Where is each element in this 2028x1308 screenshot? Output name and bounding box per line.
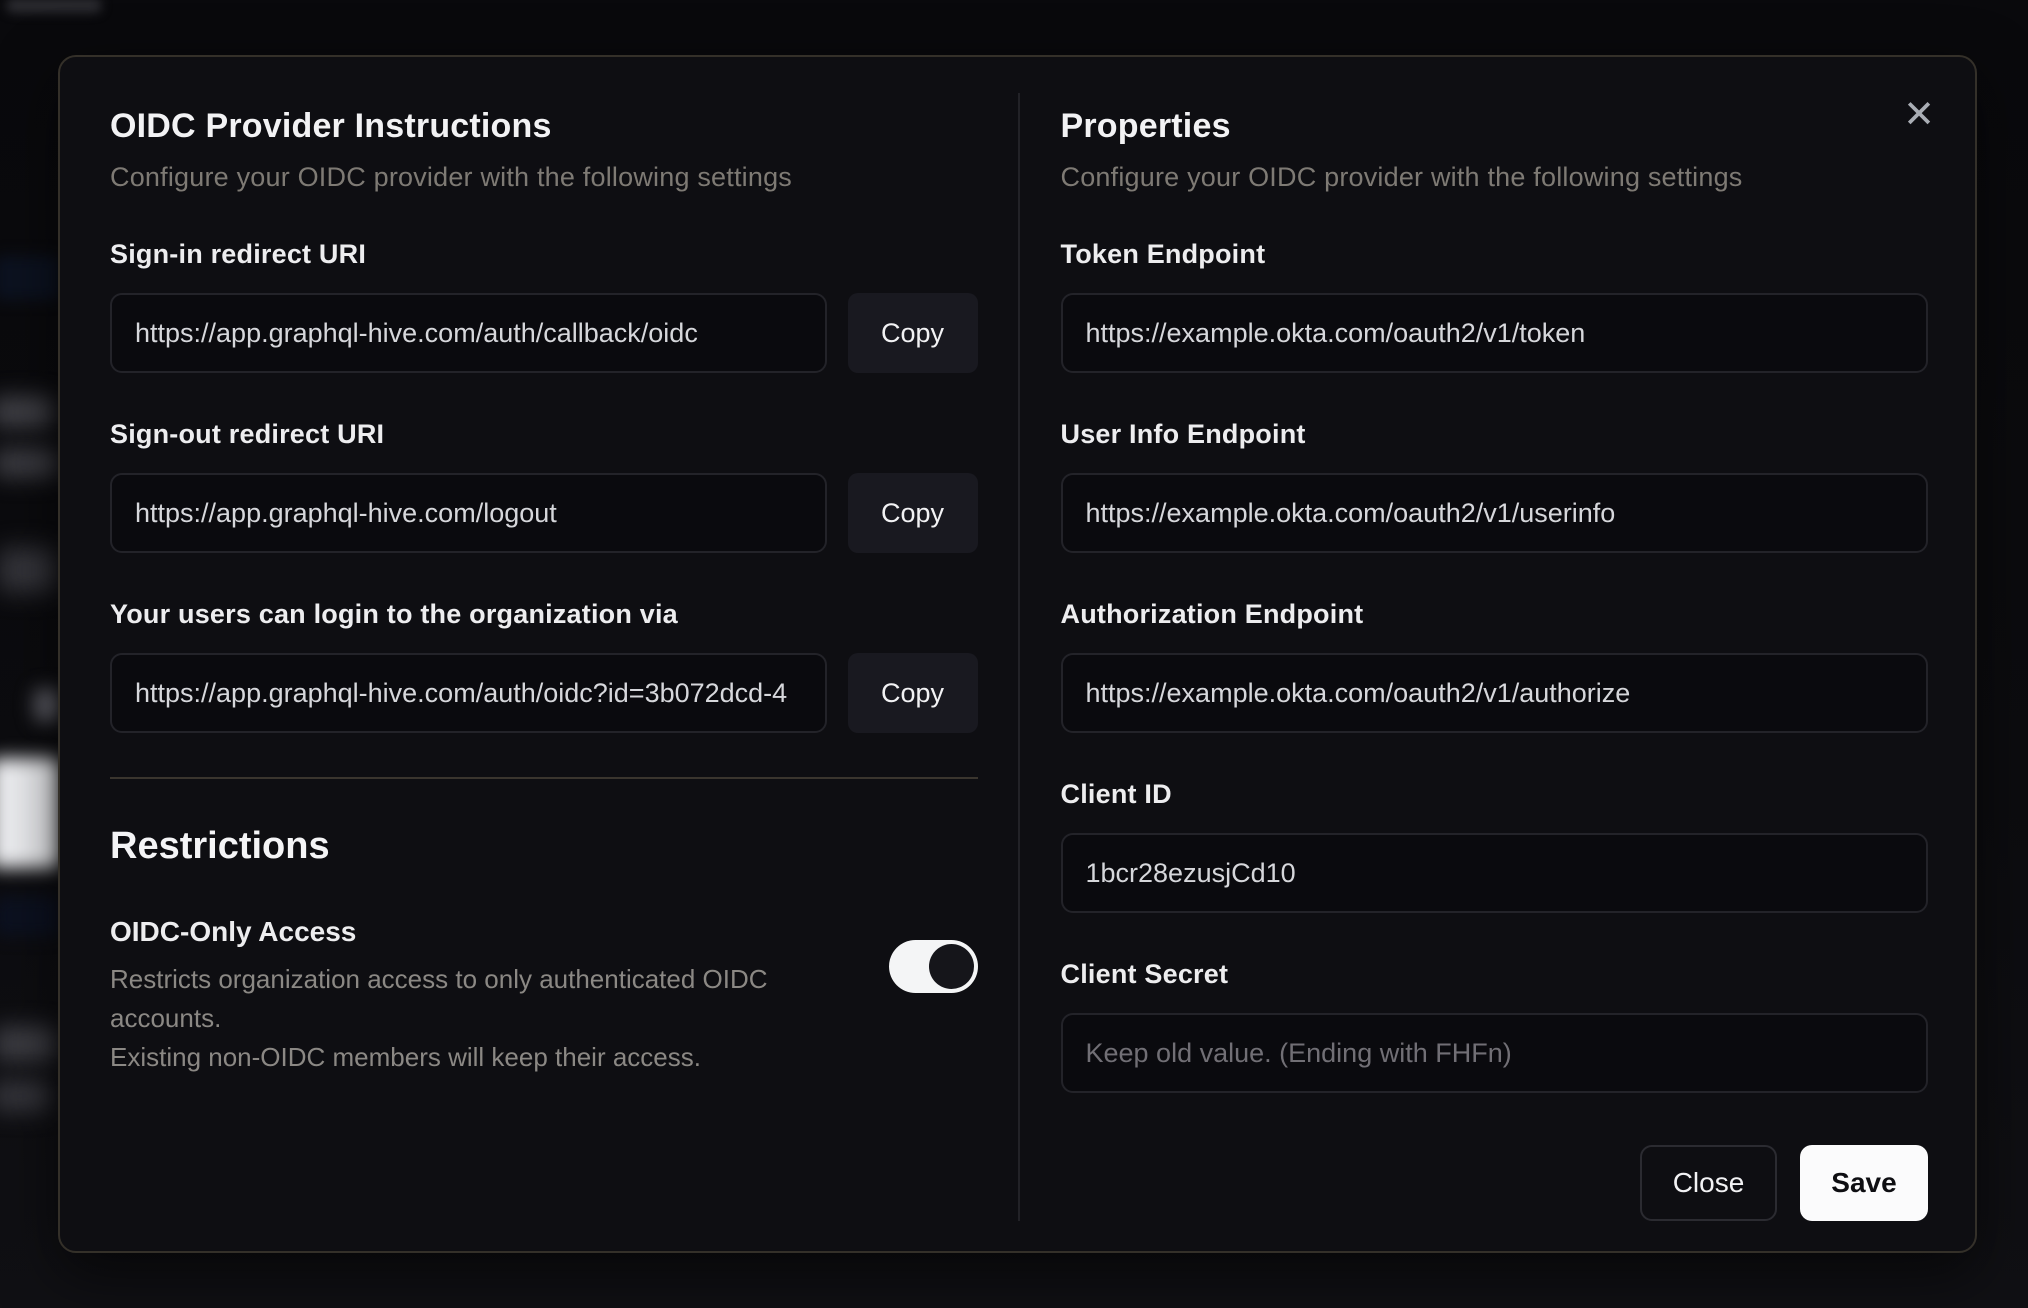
- oidc-settings-modal: ✕ OIDC Provider Instructions Configure y…: [58, 55, 1977, 1253]
- instructions-subtitle: Configure your OIDC provider with the fo…: [110, 162, 793, 192]
- copy-sign-in-button[interactable]: Copy: [847, 293, 978, 373]
- oidc-only-access-description: Restricts organization access to only au…: [110, 960, 849, 1077]
- oidc-only-access-row: OIDC-Only Access Restricts organization …: [110, 916, 978, 1077]
- sign-out-redirect-field: Sign-out redirect URI Copy: [110, 419, 978, 553]
- properties-column: Properties Configure your OIDC provider …: [1018, 57, 1976, 1251]
- client-id-label: Client ID: [1060, 779, 1172, 809]
- token-endpoint-label: Token Endpoint: [1060, 239, 1266, 269]
- client-id-field: Client ID: [1060, 779, 1928, 913]
- properties-title: Properties: [1060, 107, 1231, 145]
- user-info-endpoint-label: User Info Endpoint: [1060, 419, 1306, 449]
- oidc-only-access-toggle[interactable]: [888, 940, 978, 993]
- restrictions-title: Restrictions: [110, 825, 330, 867]
- modal-footer: Close Save: [1061, 1145, 1928, 1221]
- properties-subtitle: Configure your OIDC provider with the fo…: [1060, 162, 1743, 192]
- authorization-endpoint-label: Authorization Endpoint: [1060, 599, 1364, 629]
- oidc-only-access-label: OIDC-Only Access: [110, 916, 357, 947]
- description-line-1: Restricts organization access to only au…: [110, 964, 768, 1033]
- sign-in-redirect-field: Sign-in redirect URI Copy: [110, 239, 978, 373]
- blurred-background-fragment: [6, 0, 102, 13]
- section-divider: [110, 777, 978, 779]
- toggle-knob-icon: [928, 944, 974, 989]
- login-via-input[interactable]: [110, 653, 827, 733]
- sign-out-redirect-label: Sign-out redirect URI: [110, 419, 385, 449]
- copy-sign-out-button[interactable]: Copy: [847, 473, 978, 553]
- client-secret-label: Client Secret: [1060, 959, 1229, 989]
- token-endpoint-input[interactable]: [1060, 293, 1928, 373]
- close-button[interactable]: Close: [1640, 1145, 1777, 1221]
- login-via-label: Your users can login to the organization…: [110, 599, 678, 629]
- description-line-2: Existing non-OIDC members will keep thei…: [110, 1042, 701, 1072]
- blurred-background-fragment: [0, 448, 58, 478]
- blurred-background-fragment: [0, 758, 60, 868]
- sign-in-redirect-label: Sign-in redirect URI: [110, 239, 367, 269]
- login-via-field: Your users can login to the organization…: [110, 599, 978, 733]
- blurred-background-fragment: [34, 688, 60, 722]
- blurred-background-fragment: [0, 1026, 56, 1062]
- client-id-input[interactable]: [1060, 833, 1928, 913]
- client-secret-field: Client Secret: [1060, 959, 1928, 1093]
- user-info-endpoint-input[interactable]: [1060, 473, 1928, 553]
- authorization-endpoint-input[interactable]: [1060, 653, 1928, 733]
- blurred-background-fragment: [0, 396, 54, 428]
- instructions-title: OIDC Provider Instructions: [110, 107, 552, 145]
- blurred-background-fragment: [0, 1080, 50, 1112]
- blurred-background-fragment: [0, 896, 60, 936]
- token-endpoint-field: Token Endpoint: [1060, 239, 1928, 373]
- sign-out-redirect-input[interactable]: [110, 473, 827, 553]
- user-info-endpoint-field: User Info Endpoint: [1060, 419, 1928, 553]
- copy-login-via-button[interactable]: Copy: [847, 653, 978, 733]
- sign-in-redirect-input[interactable]: [110, 293, 827, 373]
- save-button[interactable]: Save: [1800, 1145, 1928, 1221]
- authorization-endpoint-field: Authorization Endpoint: [1060, 599, 1928, 733]
- instructions-column: OIDC Provider Instructions Configure you…: [60, 57, 1018, 1251]
- blurred-background-fragment: [0, 548, 56, 592]
- page-background: ✕ OIDC Provider Instructions Configure y…: [0, 0, 2028, 1308]
- client-secret-input[interactable]: [1060, 1013, 1928, 1093]
- blurred-background-fragment: [0, 256, 60, 300]
